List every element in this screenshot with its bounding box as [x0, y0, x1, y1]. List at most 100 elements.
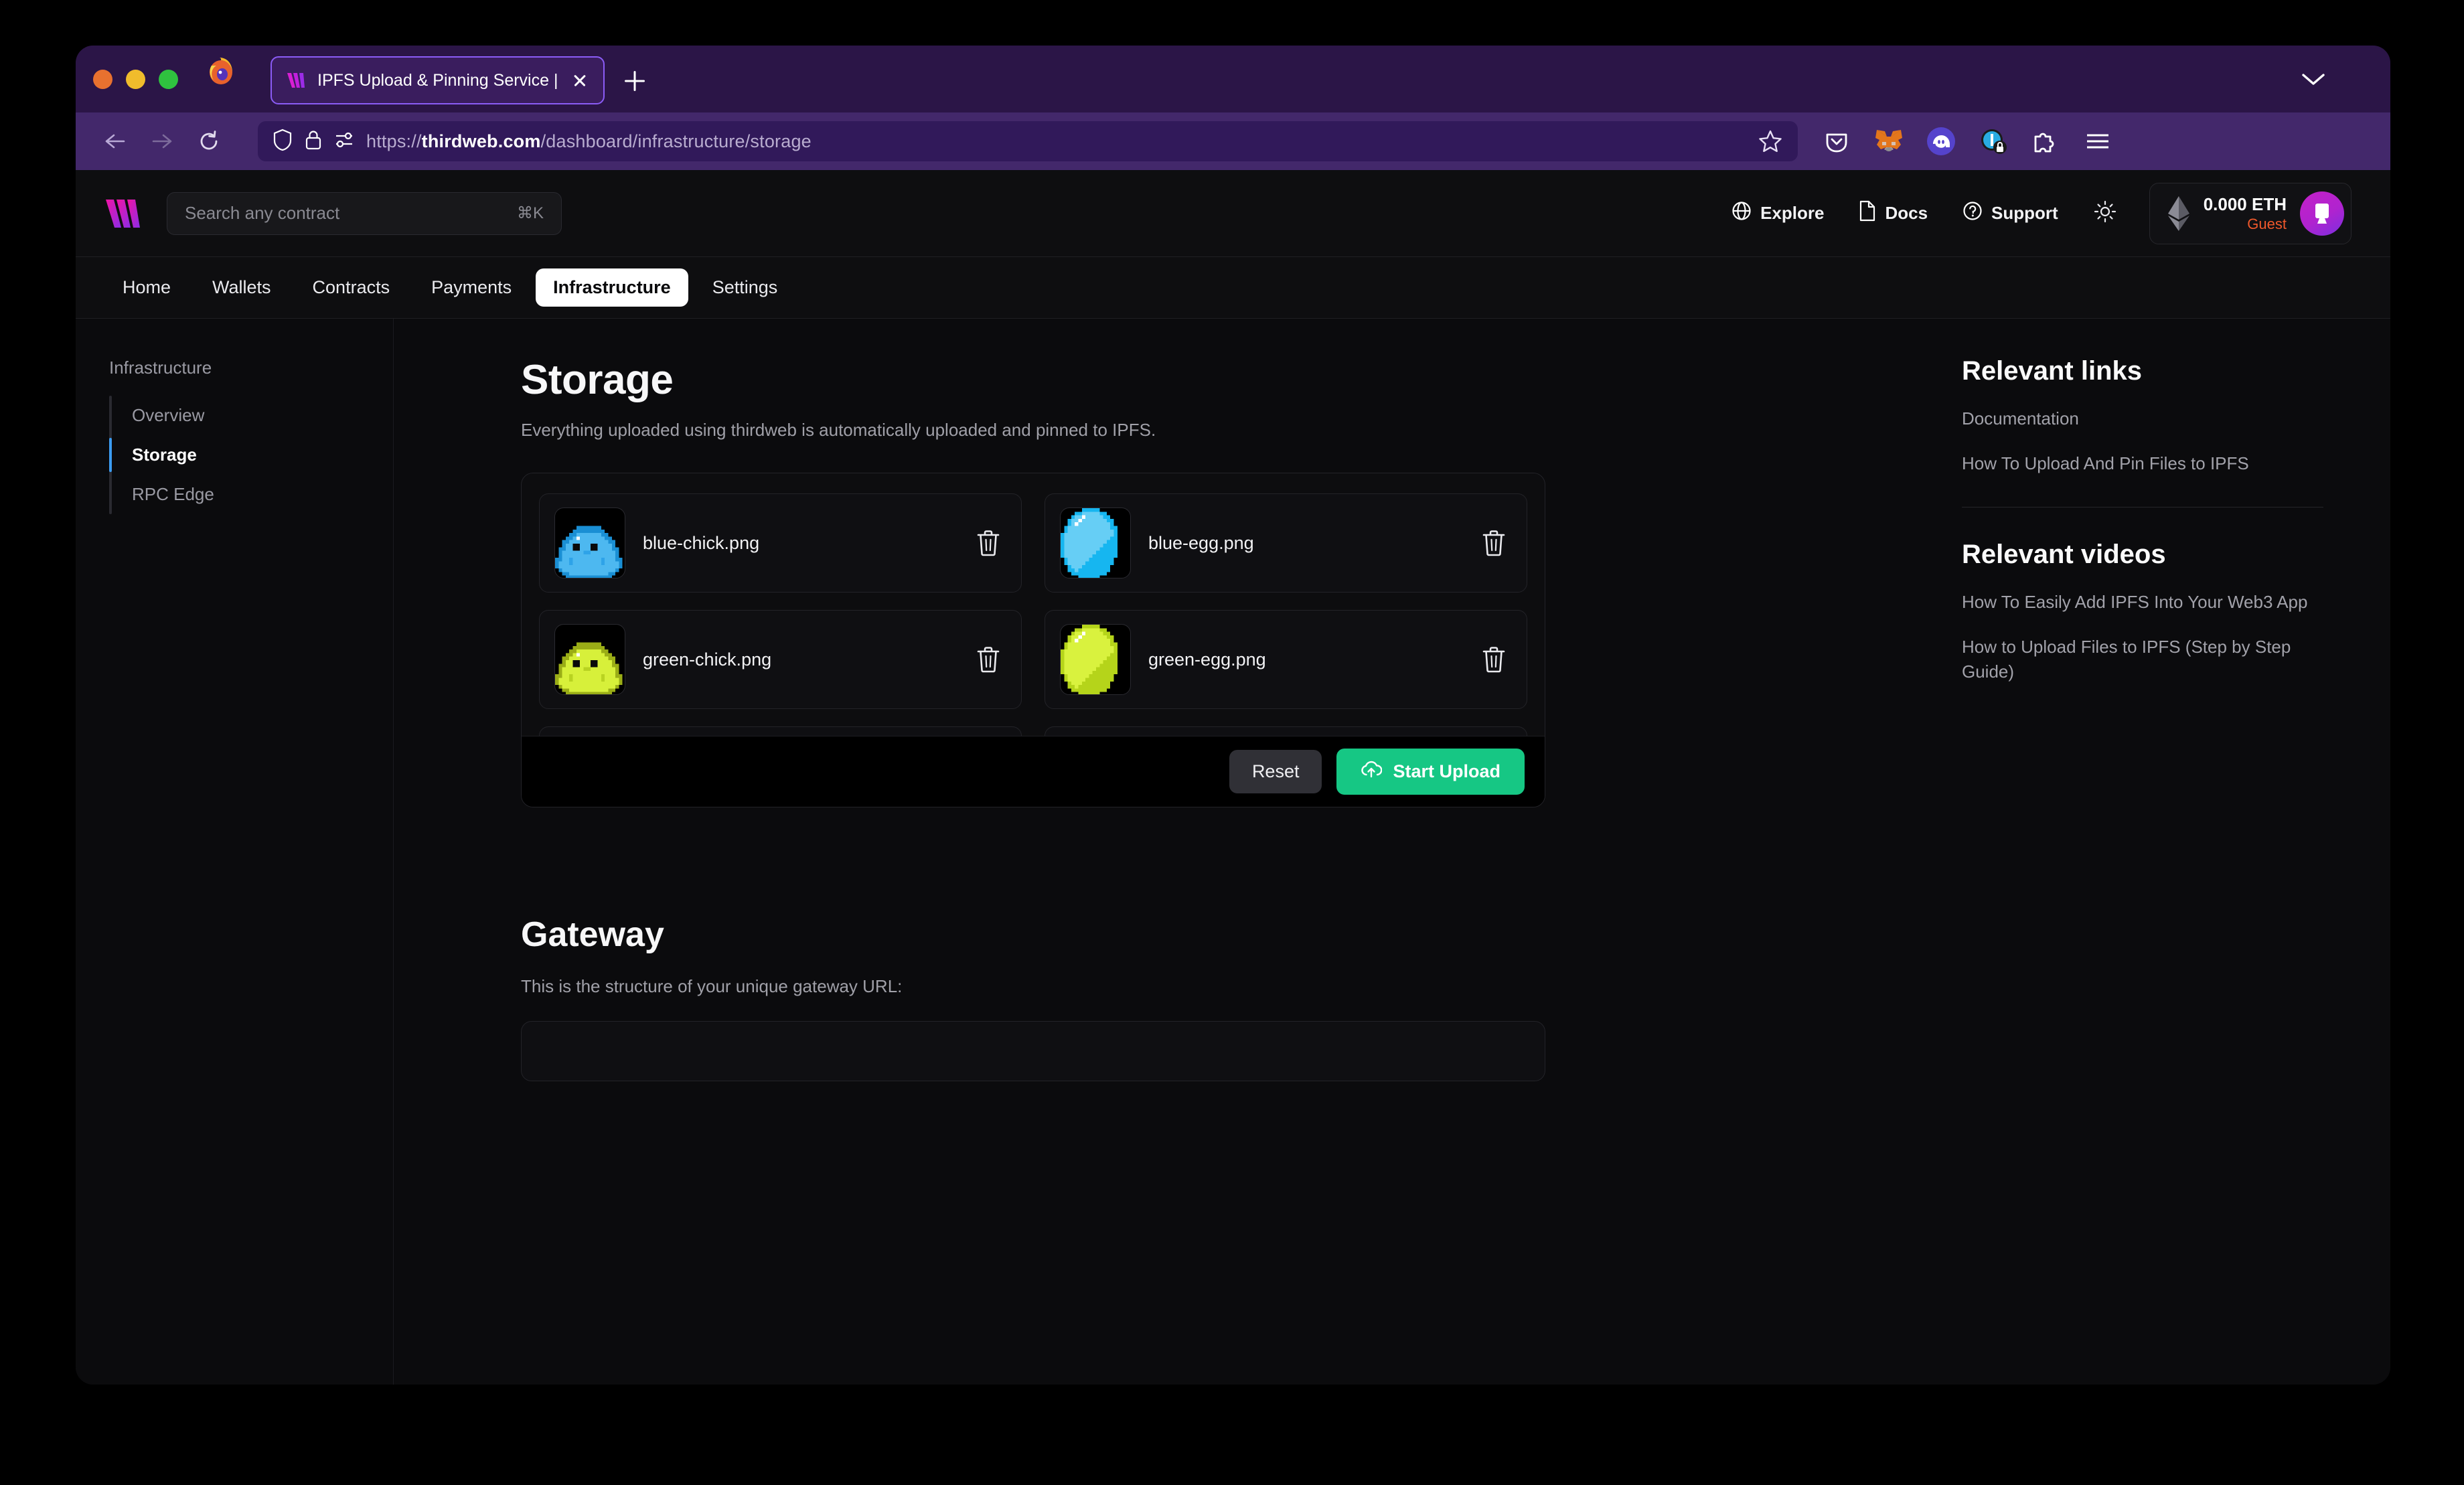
wallet-chip[interactable]: 0.000 ETH Guest [2149, 182, 2352, 244]
globe-icon [1731, 201, 1752, 226]
tab-infrastructure[interactable]: Infrastructure [536, 268, 688, 307]
pocket-icon[interactable] [1821, 125, 1853, 157]
sidebar-heading: Infrastructure [109, 358, 212, 378]
file-card[interactable]: blue-chick.png [539, 493, 1022, 593]
shield-icon [273, 129, 293, 155]
tab-settings[interactable]: Settings [695, 268, 795, 307]
new-tab-button[interactable] [617, 63, 653, 99]
trash-icon[interactable] [1478, 644, 1509, 675]
minimize-window-button[interactable] [126, 69, 145, 89]
browser-extension-icons [1821, 125, 2119, 157]
avatar[interactable] [2300, 191, 2344, 236]
page-title: Storage [521, 357, 674, 403]
phantom-icon[interactable] [1925, 125, 1957, 157]
sidebar: Infrastructure Overview Storage RPC Edge [76, 319, 394, 1385]
bookmark-star-icon[interactable] [1758, 129, 1783, 154]
file-name: blue-chick.png [643, 532, 760, 553]
firefox-logo-icon [206, 55, 236, 86]
search-shortcut-hint: ⌘K [516, 204, 544, 222]
start-upload-button[interactable]: Start Upload [1336, 749, 1525, 795]
close-tab-button[interactable] [568, 69, 591, 92]
trash-icon[interactable] [973, 528, 1004, 558]
gateway-title: Gateway [521, 915, 664, 954]
start-upload-label: Start Upload [1393, 761, 1500, 781]
support-link[interactable]: Support [1945, 201, 2076, 226]
puzzle-extensions-icon[interactable] [2029, 125, 2062, 157]
explore-label: Explore [1760, 203, 1825, 223]
reload-button[interactable] [188, 121, 230, 162]
file-card[interactable]: green-chick.png [539, 610, 1022, 709]
tab-contracts[interactable]: Contracts [295, 268, 408, 307]
egg-thumbnail-icon [1060, 624, 1131, 695]
relevant-link-upload-pin[interactable]: How To Upload And Pin Files to IPFS [1962, 451, 2317, 476]
tab-home[interactable]: Home [105, 268, 188, 307]
relevant-links-heading: Relevant links [1962, 356, 2143, 386]
page-subtitle: Everything uploaded using thirdweb is au… [521, 420, 1156, 440]
document-icon [1859, 200, 1876, 226]
window-traffic-lights [93, 46, 264, 112]
page-body: Infrastructure Overview Storage RPC Edge… [76, 319, 2390, 1385]
browser-tab-strip: IPFS Upload & Pinning Service | [76, 46, 2390, 112]
file-name: green-egg.png [1148, 649, 1266, 670]
ethereum-icon [2167, 196, 2190, 232]
question-circle-icon [1962, 201, 1983, 226]
egg-thumbnail-icon [1060, 507, 1131, 578]
metamask-icon[interactable] [1873, 125, 1905, 157]
sidebar-item-overview[interactable]: Overview [109, 396, 393, 435]
reset-button[interactable]: Reset [1229, 750, 1322, 793]
upload-actions: Reset Start Upload [522, 736, 1545, 807]
docs-label: Docs [1885, 203, 1928, 223]
file-name: green-chick.png [643, 649, 772, 670]
primary-nav-tabs: Home Wallets Contracts Payments Infrastr… [76, 257, 2390, 319]
privacy-badger-icon[interactable] [1977, 125, 2009, 157]
sidebar-items: Overview Storage RPC Edge [105, 396, 393, 514]
gateway-url-box[interactable] [521, 1021, 1545, 1081]
relevant-videos-heading: Relevant videos [1962, 539, 2166, 569]
page-content: Search any contract ⌘K Explore Docs Supp… [76, 170, 2390, 1385]
tab-payments[interactable]: Payments [414, 268, 529, 307]
wallet-status: Guest [2247, 216, 2287, 232]
relevant-video-add-ipfs[interactable]: How To Easily Add IPFS Into Your Web3 Ap… [1962, 590, 2317, 615]
support-label: Support [1991, 203, 2058, 223]
lock-icon [305, 129, 322, 154]
browser-tab[interactable]: IPFS Upload & Pinning Service | [271, 56, 605, 104]
hamburger-menu-icon[interactable] [2082, 125, 2114, 157]
maximize-window-button[interactable] [159, 69, 178, 89]
relevant-video-upload-guide[interactable]: How to Upload Files to IPFS (Step by Ste… [1962, 635, 2317, 684]
search-input[interactable]: Search any contract ⌘K [167, 191, 562, 235]
cloud-upload-icon [1361, 760, 1383, 783]
back-button[interactable] [94, 121, 136, 162]
sidebar-item-storage[interactable]: Storage [109, 435, 393, 475]
header-actions: Explore Docs Support 0.000 ETH Guest [1714, 182, 2352, 244]
gateway-subtitle: This is the structure of your unique gat… [521, 976, 903, 996]
forward-button[interactable] [141, 121, 183, 162]
site-permissions-icon[interactable] [334, 130, 354, 153]
address-bar[interactable]: https://thirdweb.com/dashboard/infrastru… [258, 121, 1798, 161]
explore-link[interactable]: Explore [1714, 201, 1841, 226]
right-sidebar: Relevant links Documentation How To Uplo… [1962, 319, 2390, 1385]
browser-nav-bar: https://thirdweb.com/dashboard/infrastru… [76, 112, 2390, 170]
file-card[interactable]: green-egg.png [1045, 610, 1527, 709]
chick-thumbnail-icon [554, 624, 625, 695]
address-bar-text: https://thirdweb.com/dashboard/infrastru… [366, 131, 812, 151]
sidebar-item-rpc-edge[interactable]: RPC Edge [109, 475, 393, 514]
docs-link[interactable]: Docs [1841, 200, 1945, 226]
file-card[interactable]: blue-egg.png [1045, 493, 1527, 593]
relevant-link-documentation[interactable]: Documentation [1962, 406, 2317, 431]
trash-icon[interactable] [1478, 528, 1509, 558]
sun-icon [2093, 200, 2117, 227]
list-all-tabs-button[interactable] [2297, 64, 2330, 95]
browser-window: IPFS Upload & Pinning Service | https://… [76, 46, 2390, 1385]
tab-wallets[interactable]: Wallets [195, 268, 289, 307]
wallet-balance: 0.000 ETH [2203, 193, 2287, 214]
browser-tab-title: IPFS Upload & Pinning Service | [317, 70, 558, 90]
app-header: Search any contract ⌘K Explore Docs Supp… [76, 170, 2390, 257]
close-window-button[interactable] [93, 69, 112, 89]
thirdweb-logo-icon[interactable] [105, 198, 145, 229]
trash-icon[interactable] [973, 644, 1004, 675]
wallet-info: 0.000 ETH Guest [2204, 193, 2287, 234]
main-content: Storage Everything uploaded using thirdw… [394, 319, 1962, 1385]
theme-toggle-button[interactable] [2076, 200, 2137, 227]
file-name: blue-egg.png [1148, 532, 1254, 553]
search-placeholder: Search any contract [185, 203, 340, 223]
